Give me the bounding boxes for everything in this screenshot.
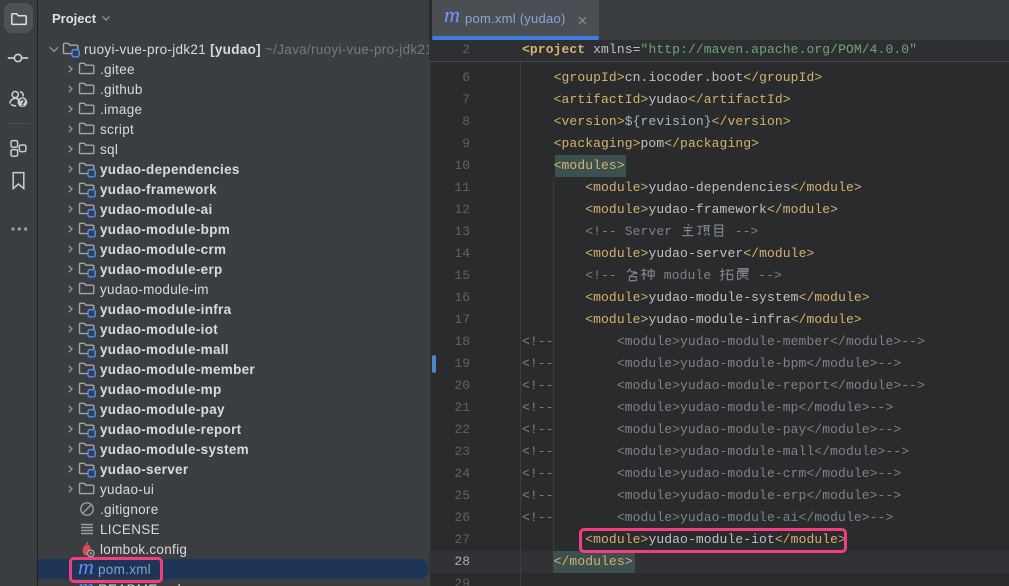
svg-text:m: m xyxy=(444,2,460,27)
